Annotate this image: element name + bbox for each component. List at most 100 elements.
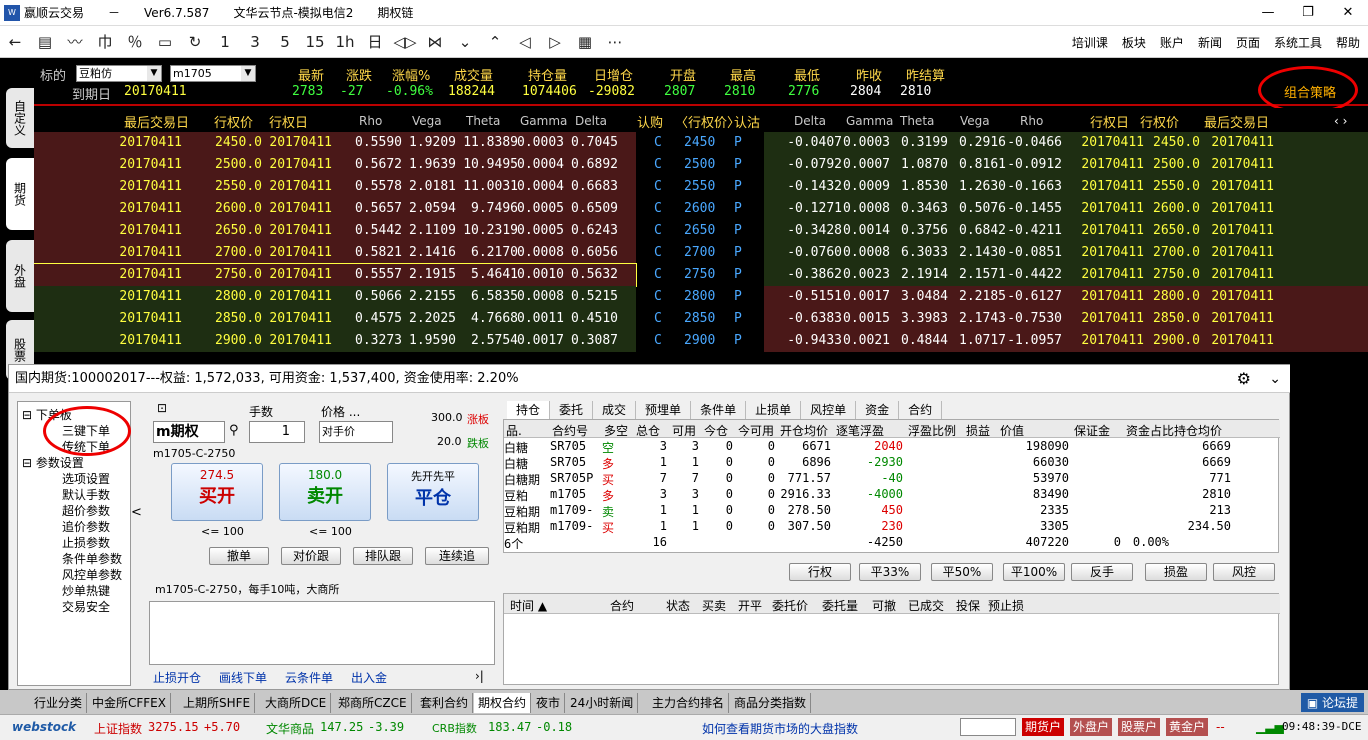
menu-item-1[interactable]: 板块 [1122,34,1146,51]
chain-nav-icon[interactable]: ‹ › [1334,114,1347,128]
account-tab-3[interactable]: 黄金户 [1166,718,1209,736]
put-flag[interactable]: P [734,220,742,242]
gear-icon[interactable]: ⚙ [1237,365,1251,393]
tree-item[interactable]: 交易安全 [62,598,110,615]
chain-row[interactable]: 20170411 2550.0 20170411 0.5578 2.0181 11.003… [34,176,1368,198]
buy-open-button[interactable]: 274.5 买开 [171,463,263,521]
call-flag[interactable]: C [654,330,662,352]
account-tab-0[interactable]: 期货户 [1022,718,1065,736]
tree-item[interactable]: 止损参数 [62,534,110,551]
call-flag[interactable]: C [654,198,662,220]
bottom-tab-6[interactable]: 期权合约 [474,693,532,713]
call-flag[interactable]: C [654,220,662,242]
chain-row[interactable]: 20170411 2700.0 20170411 0.5821 2.1416 6.2170… [34,242,1368,264]
position-row[interactable]: 白糖期 SR705P 买 7 7 0 0 771.57 -40 53970 771 [504,471,1280,487]
toolbar-icon-1[interactable]: ▤ [30,33,60,51]
toolbar-icon-17[interactable]: ◁ [510,33,540,51]
collapse-icon[interactable]: ⌄ [1269,365,1281,393]
pos-header-6[interactable]: 今可用 [738,422,774,439]
chain-row[interactable]: 20170411 2450.0 20170411 0.5590 1.9209 11.838… [34,132,1368,154]
tab-1[interactable]: 委托 [550,401,594,419]
toolbar-icon-6[interactable]: ↻ [180,33,210,51]
tab-foreign[interactable]: 外盘 [6,240,34,312]
toolbar-icon-5[interactable]: ▭ [150,33,180,51]
continuous-chase-button[interactable]: 连续追 [425,547,489,565]
toolbar-icon-20[interactable]: ⋯ [600,33,630,51]
call-flag[interactable]: C [654,176,662,198]
pos-header-4[interactable]: 可用 [672,422,696,439]
action-button-5[interactable]: 损盈 [1145,563,1207,581]
put-flag[interactable]: P [734,286,742,308]
position-row[interactable]: 白糖 SR705 多 1 1 0 0 6896 -2930 66030 6669 [504,455,1280,471]
menu-item-0[interactable]: 培训课 [1072,34,1108,51]
pos-header-10[interactable]: 损益 [966,422,990,439]
tree-item[interactable]: 超价参数 [62,502,110,519]
order-header-3[interactable]: 买卖 [702,597,726,614]
tab-0[interactable]: 持仓 [507,401,551,419]
account-tab-1[interactable]: 外盘户 [1070,718,1113,736]
bottom-tab-7[interactable]: 夜市 [532,693,566,713]
tree-item[interactable]: 默认手数 [62,486,110,503]
bottom-tab-4[interactable]: 郑商所CZCE [334,693,412,713]
pos-header-3[interactable]: 总仓 [636,422,660,439]
contract-select[interactable]: m1705 ▼ [170,65,256,82]
chain-row[interactable]: 20170411 2650.0 20170411 0.5442 2.1109 10.231… [34,220,1368,242]
tab-2[interactable]: 成交 [593,401,637,419]
order-header-10[interactable]: 预止损 [988,597,1024,614]
tab-5[interactable]: 止损单 [746,401,802,419]
put-flag[interactable]: P [734,176,742,198]
toolbar-icon-18[interactable]: ▷ [540,33,570,51]
put-flag[interactable]: P [734,154,742,176]
price-mode-select[interactable]: 对手价 [319,421,393,443]
tree-item[interactable]: 炒单热键 [62,582,110,599]
forum-button[interactable]: ▣ 论坛提 [1300,693,1364,712]
toolbar-icon-19[interactable]: ▦ [570,33,600,51]
call-flag[interactable]: C [654,264,662,286]
pos-header-12[interactable]: 保证金 [1074,422,1110,439]
order-header-6[interactable]: 委托量 [822,597,858,614]
call-flag[interactable]: C [654,286,662,308]
stop-loss-open-link[interactable]: 止损开仓 [153,669,201,686]
bottom-tab-2[interactable]: 上期所SHFE [179,693,256,713]
action-button-2[interactable]: 平50% [931,563,993,581]
toolbar-icon-15[interactable]: ⌄ [450,33,480,51]
tab-6[interactable]: 风控单 [801,401,857,419]
maximize-button[interactable]: ❐ [1288,0,1328,26]
order-header-5[interactable]: 委托价 [772,597,808,614]
toolbar-icon-0[interactable]: ← [0,33,30,51]
tree-item[interactable]: ⊟ 参数设置 [22,454,84,471]
cancel-order-button[interactable]: 撤单 [209,547,269,565]
bottom-tab-9[interactable]: 主力合约排名 [648,693,730,713]
put-flag[interactable]: P [734,330,742,352]
toolbar-icon-3[interactable]: 巾 [90,31,120,52]
menu-item-4[interactable]: 页面 [1236,34,1260,51]
order-header-8[interactable]: 已成交 [908,597,944,614]
put-flag[interactable]: P [734,198,742,220]
menu-item-5[interactable]: 系统工具 [1274,34,1322,51]
pos-header-13[interactable]: 资金占比 [1126,422,1174,439]
deposit-withdraw-link[interactable]: 出入金 [351,669,387,686]
bottom-tab-0[interactable]: 行业分类 [30,693,88,713]
tree-item[interactable]: 追价参数 [62,518,110,535]
tab-7[interactable]: 资金 [856,401,900,419]
position-row[interactable]: 白糖 SR705 空 3 3 0 0 6671 2040 198090 6669 [504,439,1280,455]
call-flag[interactable]: C [654,308,662,330]
pos-header-7[interactable]: 开仓均价 [780,422,828,439]
bottom-tab-3[interactable]: 大商所DCE [261,693,332,713]
search-icon[interactable]: ⚲ [229,423,239,438]
chain-row[interactable]: 20170411 2900.0 20170411 0.3273 1.9590 2.5754… [34,330,1368,352]
draw-line-order-link[interactable]: 画线下单 [219,669,267,686]
toolbar-icon-13[interactable]: ◁▷ [390,33,420,51]
product-input[interactable]: m期权 [153,421,225,443]
sell-open-button[interactable]: 180.0 卖开 [279,463,371,521]
action-button-4[interactable]: 反手 [1071,563,1133,581]
order-header-2[interactable]: 状态 [666,597,690,614]
close-position-button[interactable]: 先开先平 平仓 [387,463,479,521]
tab-4[interactable]: 条件单 [691,401,747,419]
toolbar-icon-7[interactable]: 1 [210,33,240,51]
put-flag[interactable]: P [734,308,742,330]
quick-search-input[interactable] [960,718,1016,736]
chain-row[interactable]: 20170411 2500.0 20170411 0.5672 1.9639 10.949… [34,154,1368,176]
index2-label[interactable]: 文华商品 [266,720,314,737]
pos-header-1[interactable]: 合约号 [552,422,588,439]
